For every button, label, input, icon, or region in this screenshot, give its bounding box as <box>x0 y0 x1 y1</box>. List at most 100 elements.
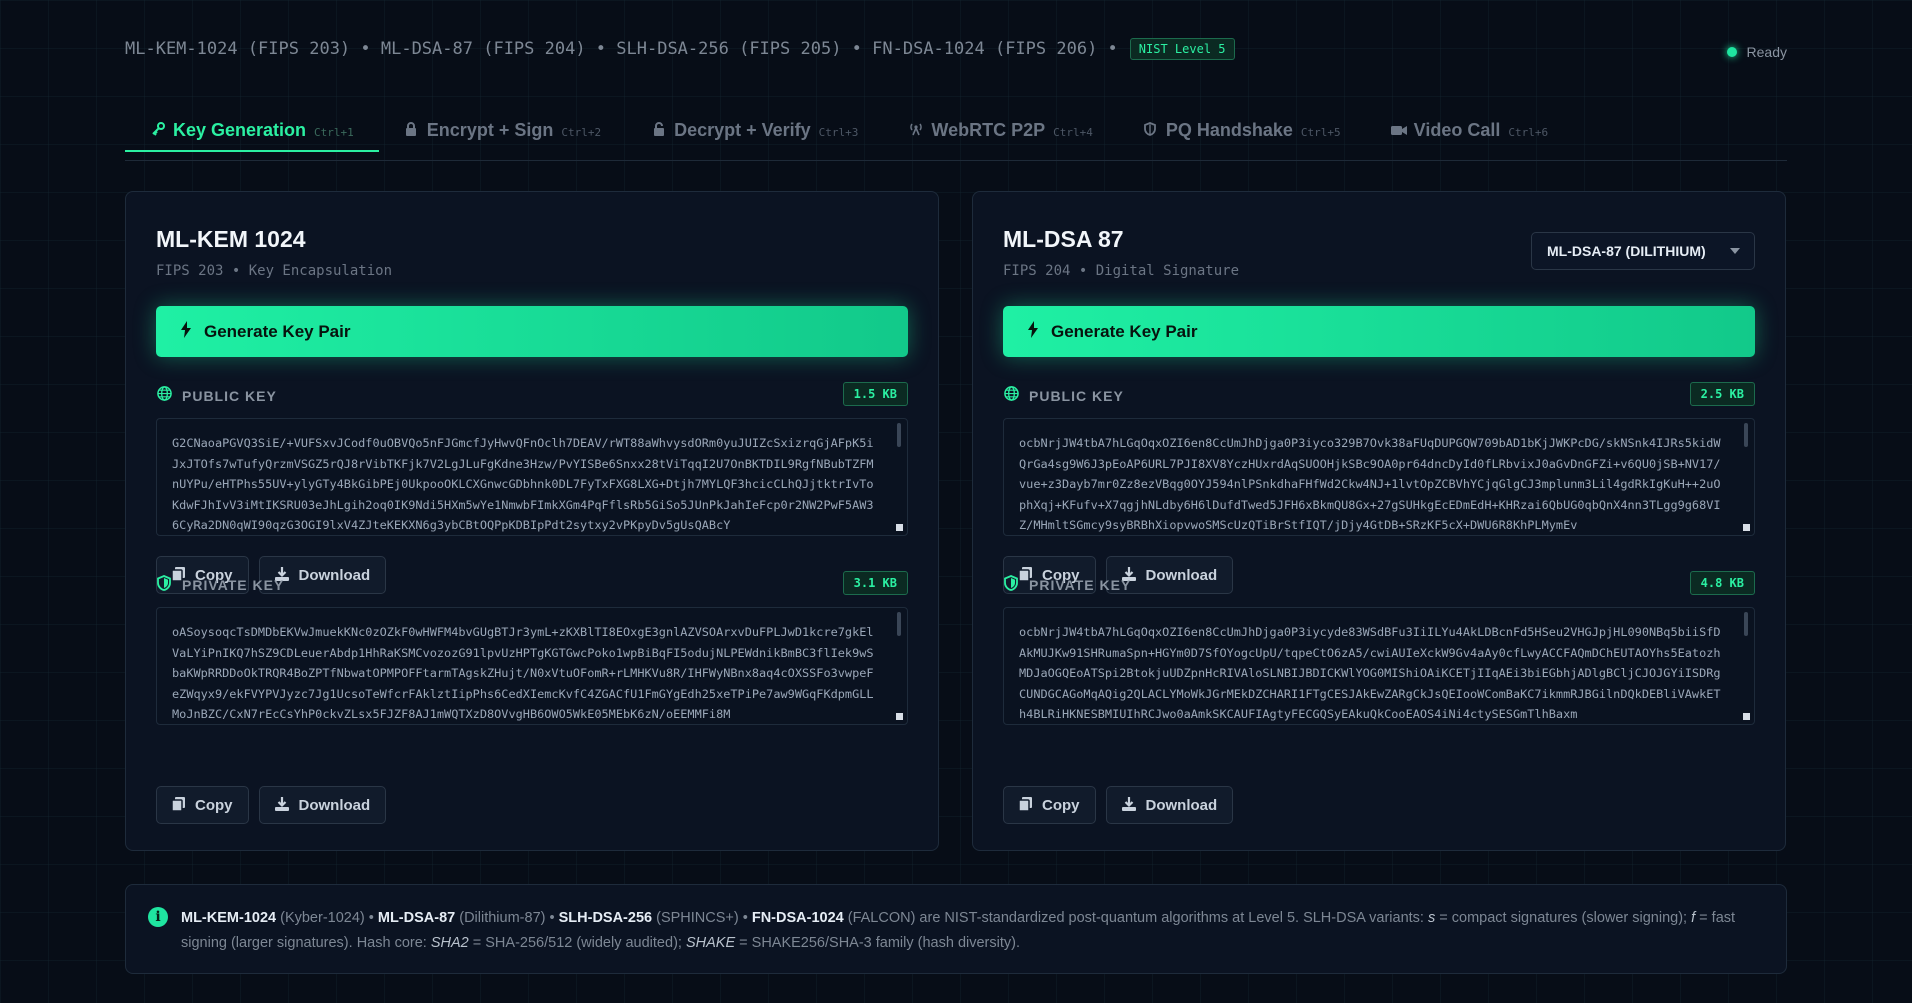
scrollbar-thumb[interactable] <box>1744 612 1748 636</box>
panel-subtitle: FIPS 203 • Key Encapsulation <box>156 263 393 279</box>
download-label: Download <box>1145 796 1218 814</box>
tab-shortcut: Ctrl+2 <box>561 126 602 139</box>
tab-key-generation[interactable]: Key Generation Ctrl+1 <box>125 112 379 152</box>
scrollbar-thumb[interactable] <box>897 423 901 447</box>
globe-icon <box>156 386 172 405</box>
chevron-down-icon <box>1730 248 1740 254</box>
download-private-key-button[interactable]: Download <box>258 786 387 824</box>
generate-key-pair-button[interactable]: Generate Key Pair <box>1003 306 1755 357</box>
info-dsa-alias: (Dilithium-87) <box>459 910 546 926</box>
resize-grip-icon[interactable] <box>1743 713 1750 720</box>
info-text: = SHA-256/512 (widely audited); <box>468 935 686 951</box>
tab-label: Encrypt + Sign <box>426 120 554 140</box>
copy-icon <box>171 796 185 814</box>
private-key-value: ocbNrjJW4tbA7hLGqOqxOZI6en8CcUmJhDjga0P3… <box>1019 625 1721 722</box>
ml-dsa-panel: ML-DSA 87 FIPS 204 • Digital Signature M… <box>972 191 1786 851</box>
panel-title: ML-KEM 1024 <box>156 226 306 252</box>
tab-pq-handshake[interactable]: PQ Handshake Ctrl+5 <box>1118 112 1366 152</box>
download-icon <box>1121 796 1136 814</box>
tab-label: Video Call <box>1413 120 1501 140</box>
broadcast-icon <box>908 122 923 139</box>
generate-key-pair-button[interactable]: Generate Key Pair <box>156 306 908 357</box>
private-key-textarea[interactable]: oASoysoqcTsDMDbEKVwJmuekKNc0zOZkF0wHWFM4… <box>156 607 908 725</box>
public-key-value: G2CNaoaPGVQ3SiE/+VUFSxvJCodf0uOBVQo5nFJG… <box>172 436 874 533</box>
public-key-textarea[interactable]: ocbNrjJW4tbA7hLGqOqxOZI6en8CcUmJhDjga0P3… <box>1003 418 1755 536</box>
generate-label: Generate Key Pair <box>204 321 351 341</box>
status-dot-icon <box>1726 47 1737 57</box>
scrollbar-thumb[interactable] <box>897 612 901 636</box>
download-private-key-button[interactable]: Download <box>1105 786 1234 824</box>
download-label: Download <box>298 566 371 584</box>
unlock-icon <box>651 122 666 139</box>
resize-grip-icon[interactable] <box>896 524 903 531</box>
generate-label: Generate Key Pair <box>1051 321 1198 341</box>
algorithm-summary-bar: ML-KEM-1024 (FIPS 203) • ML-DSA-87 (FIPS… <box>125 38 1235 60</box>
nist-level-badge: NIST Level 5 <box>1129 38 1235 60</box>
tab-label: WebRTC P2P <box>931 120 1046 140</box>
private-key-value: oASoysoqcTsDMDbEKVwJmuekKNc0zOZkF0wHWFM4… <box>172 625 874 722</box>
private-key-actions: Copy Download <box>156 786 387 824</box>
private-key-actions: Copy Download <box>1003 786 1234 824</box>
info-sha2: SHA2 <box>430 935 469 951</box>
info-slh-name: SLH-DSA-256 <box>558 910 653 926</box>
public-key-size-badge: 2.5 KB <box>1689 382 1755 406</box>
tab-shortcut: Ctrl+4 <box>1053 126 1093 139</box>
tab-video-call[interactable]: Video Call Ctrl+6 <box>1366 112 1573 152</box>
copy-label: Copy <box>1042 796 1080 814</box>
tab-shortcut: Ctrl+3 <box>818 126 859 139</box>
resize-grip-icon[interactable] <box>1743 524 1750 531</box>
status-text: Ready <box>1746 44 1787 60</box>
info-fn-name: FN-DSA-1024 <box>751 910 844 926</box>
public-key-label-text: PUBLIC KEY <box>1029 387 1124 404</box>
info-text: = SHAKE256/SHA-3 family (hash diversity)… <box>735 935 1020 951</box>
lock-icon <box>404 122 419 139</box>
info-kem-name: ML-KEM-1024 <box>181 910 277 926</box>
video-icon <box>1390 123 1407 139</box>
public-key-label-text: PUBLIC KEY <box>182 387 277 404</box>
algorithm-info-box: i ML-KEM-1024 (Kyber-1024) • ML-DSA-87 (… <box>125 884 1787 974</box>
info-icon: i <box>148 907 168 927</box>
panel-subtitle: FIPS 204 • Digital Signature <box>1003 263 1240 279</box>
public-key-textarea[interactable]: G2CNaoaPGVQ3SiE/+VUFSxvJCodf0uOBVQo5nFJG… <box>156 418 908 536</box>
tab-label: PQ Handshake <box>1165 120 1293 140</box>
variant-selected-text: ML-DSA-87 (DILITHIUM) <box>1547 243 1706 259</box>
public-key-size-badge: 1.5 KB <box>842 382 908 406</box>
tab-shortcut: Ctrl+6 <box>1508 126 1549 139</box>
info-text: = compact signatures (slower signing); <box>1435 910 1692 926</box>
copy-icon <box>1018 796 1032 814</box>
public-key-value: ocbNrjJW4tbA7hLGqOqxOZI6en8CcUmJhDjga0P3… <box>1019 436 1721 533</box>
tab-encrypt-sign[interactable]: Encrypt + Sign Ctrl+2 <box>379 112 626 152</box>
copy-label: Copy <box>195 796 233 814</box>
resize-grip-icon[interactable] <box>896 713 903 720</box>
private-key-label-text: PRIVATE KEY <box>1029 577 1132 593</box>
download-icon <box>274 796 289 814</box>
signature-variant-select[interactable]: ML-DSA-87 (DILITHIUM) <box>1531 232 1755 270</box>
private-key-size-badge: 4.8 KB <box>1689 571 1755 595</box>
shield-icon <box>1143 122 1158 139</box>
info-text: are NIST-standardized post-quantum algor… <box>915 910 1428 926</box>
copy-private-key-button[interactable]: Copy <box>1003 786 1096 824</box>
info-dsa-name: ML-DSA-87 <box>377 910 456 926</box>
info-shake: SHAKE <box>685 935 736 951</box>
status-indicator: Ready <box>1726 44 1787 60</box>
tab-shortcut: Ctrl+5 <box>1300 126 1341 139</box>
private-key-size-badge: 3.1 KB <box>842 571 908 595</box>
info-slh-alias: (SPHINCS+) <box>656 910 739 926</box>
ml-kem-panel: ML-KEM 1024 FIPS 203 • Key Encapsulation… <box>125 191 939 851</box>
info-kem-alias: (Kyber-1024) <box>280 910 365 926</box>
info-fn-alias: (FALCON) <box>847 910 916 926</box>
info-sep: • <box>364 910 378 926</box>
public-key-label: PUBLIC KEY <box>156 386 277 405</box>
lightning-icon <box>180 320 192 343</box>
tab-webrtc-p2p[interactable]: WebRTC P2P Ctrl+4 <box>883 112 1117 152</box>
private-key-label-text: PRIVATE KEY <box>182 577 285 593</box>
info-sep: • <box>738 910 752 926</box>
private-key-textarea[interactable]: ocbNrjJW4tbA7hLGqOqxOZI6en8CcUmJhDjga0P3… <box>1003 607 1755 725</box>
tab-decrypt-verify[interactable]: Decrypt + Verify Ctrl+3 <box>626 112 883 152</box>
tab-shortcut: Ctrl+1 <box>314 126 354 139</box>
download-label: Download <box>298 796 371 814</box>
copy-private-key-button[interactable]: Copy <box>156 786 249 824</box>
info-sep: • <box>545 910 559 926</box>
scrollbar-thumb[interactable] <box>1744 423 1748 447</box>
private-key-label: PRIVATE KEY <box>1003 575 1131 595</box>
